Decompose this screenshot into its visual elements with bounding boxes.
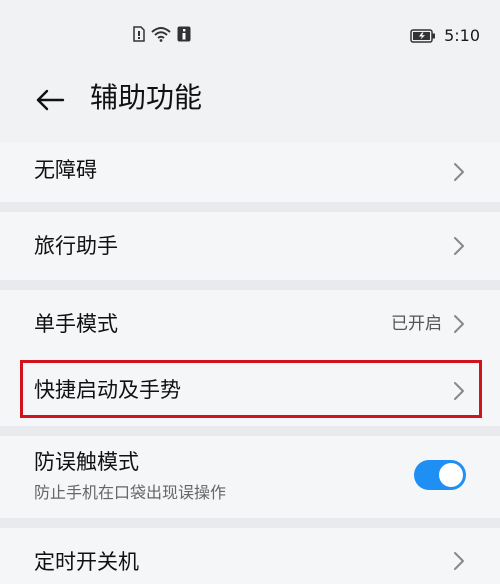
wifi-icon: [151, 26, 171, 42]
section-divider: [0, 426, 500, 436]
page-title: 辅助功能: [90, 81, 203, 114]
toggle-knob: [439, 463, 463, 487]
settings-item-label: 无障碍: [34, 158, 97, 182]
chevron-right-icon: [454, 382, 464, 400]
section-divider: [0, 202, 500, 212]
info-icon: [177, 26, 191, 42]
sim-card-icon: [133, 26, 145, 42]
settings-item-label: 定时开关机: [34, 550, 139, 574]
settings-item-label: 单手模式: [34, 312, 118, 336]
back-button[interactable]: [30, 82, 70, 122]
settings-item-label: 旅行助手: [34, 234, 118, 258]
settings-item-accessibility[interactable]: 无障碍: [0, 142, 500, 202]
settings-item-value: 已开启: [391, 314, 442, 334]
settings-item-label: 快捷启动及手势: [34, 378, 181, 402]
chevron-right-icon: [454, 552, 464, 570]
back-arrow-icon: [35, 89, 65, 115]
status-bar-left-icons: [133, 26, 191, 42]
chevron-right-icon: [454, 237, 464, 255]
chevron-right-icon: [454, 315, 464, 333]
settings-item-travel-assistant[interactable]: 旅行助手: [0, 212, 500, 280]
settings-item-shortcuts-and-gestures[interactable]: 快捷启动及手势: [0, 356, 500, 426]
section-divider: [0, 518, 500, 528]
status-bar: 5:10: [0, 0, 500, 62]
chevron-right-icon: [454, 163, 464, 181]
page-header: 辅助功能: [0, 62, 500, 142]
section-divider: [0, 280, 500, 290]
pocket-mode-toggle[interactable]: [414, 460, 466, 490]
status-bar-right: 5:10: [410, 26, 480, 45]
settings-item-sublabel: 防止手机在口袋出现误操作: [34, 483, 227, 502]
settings-item-one-handed-mode[interactable]: 单手模式 已开启: [0, 290, 500, 356]
battery-charging-icon: [410, 28, 436, 43]
settings-item-scheduled-power[interactable]: 定时开关机: [0, 528, 500, 584]
settings-item-label: 防误触模式: [34, 450, 139, 474]
status-time: 5:10: [444, 26, 480, 45]
